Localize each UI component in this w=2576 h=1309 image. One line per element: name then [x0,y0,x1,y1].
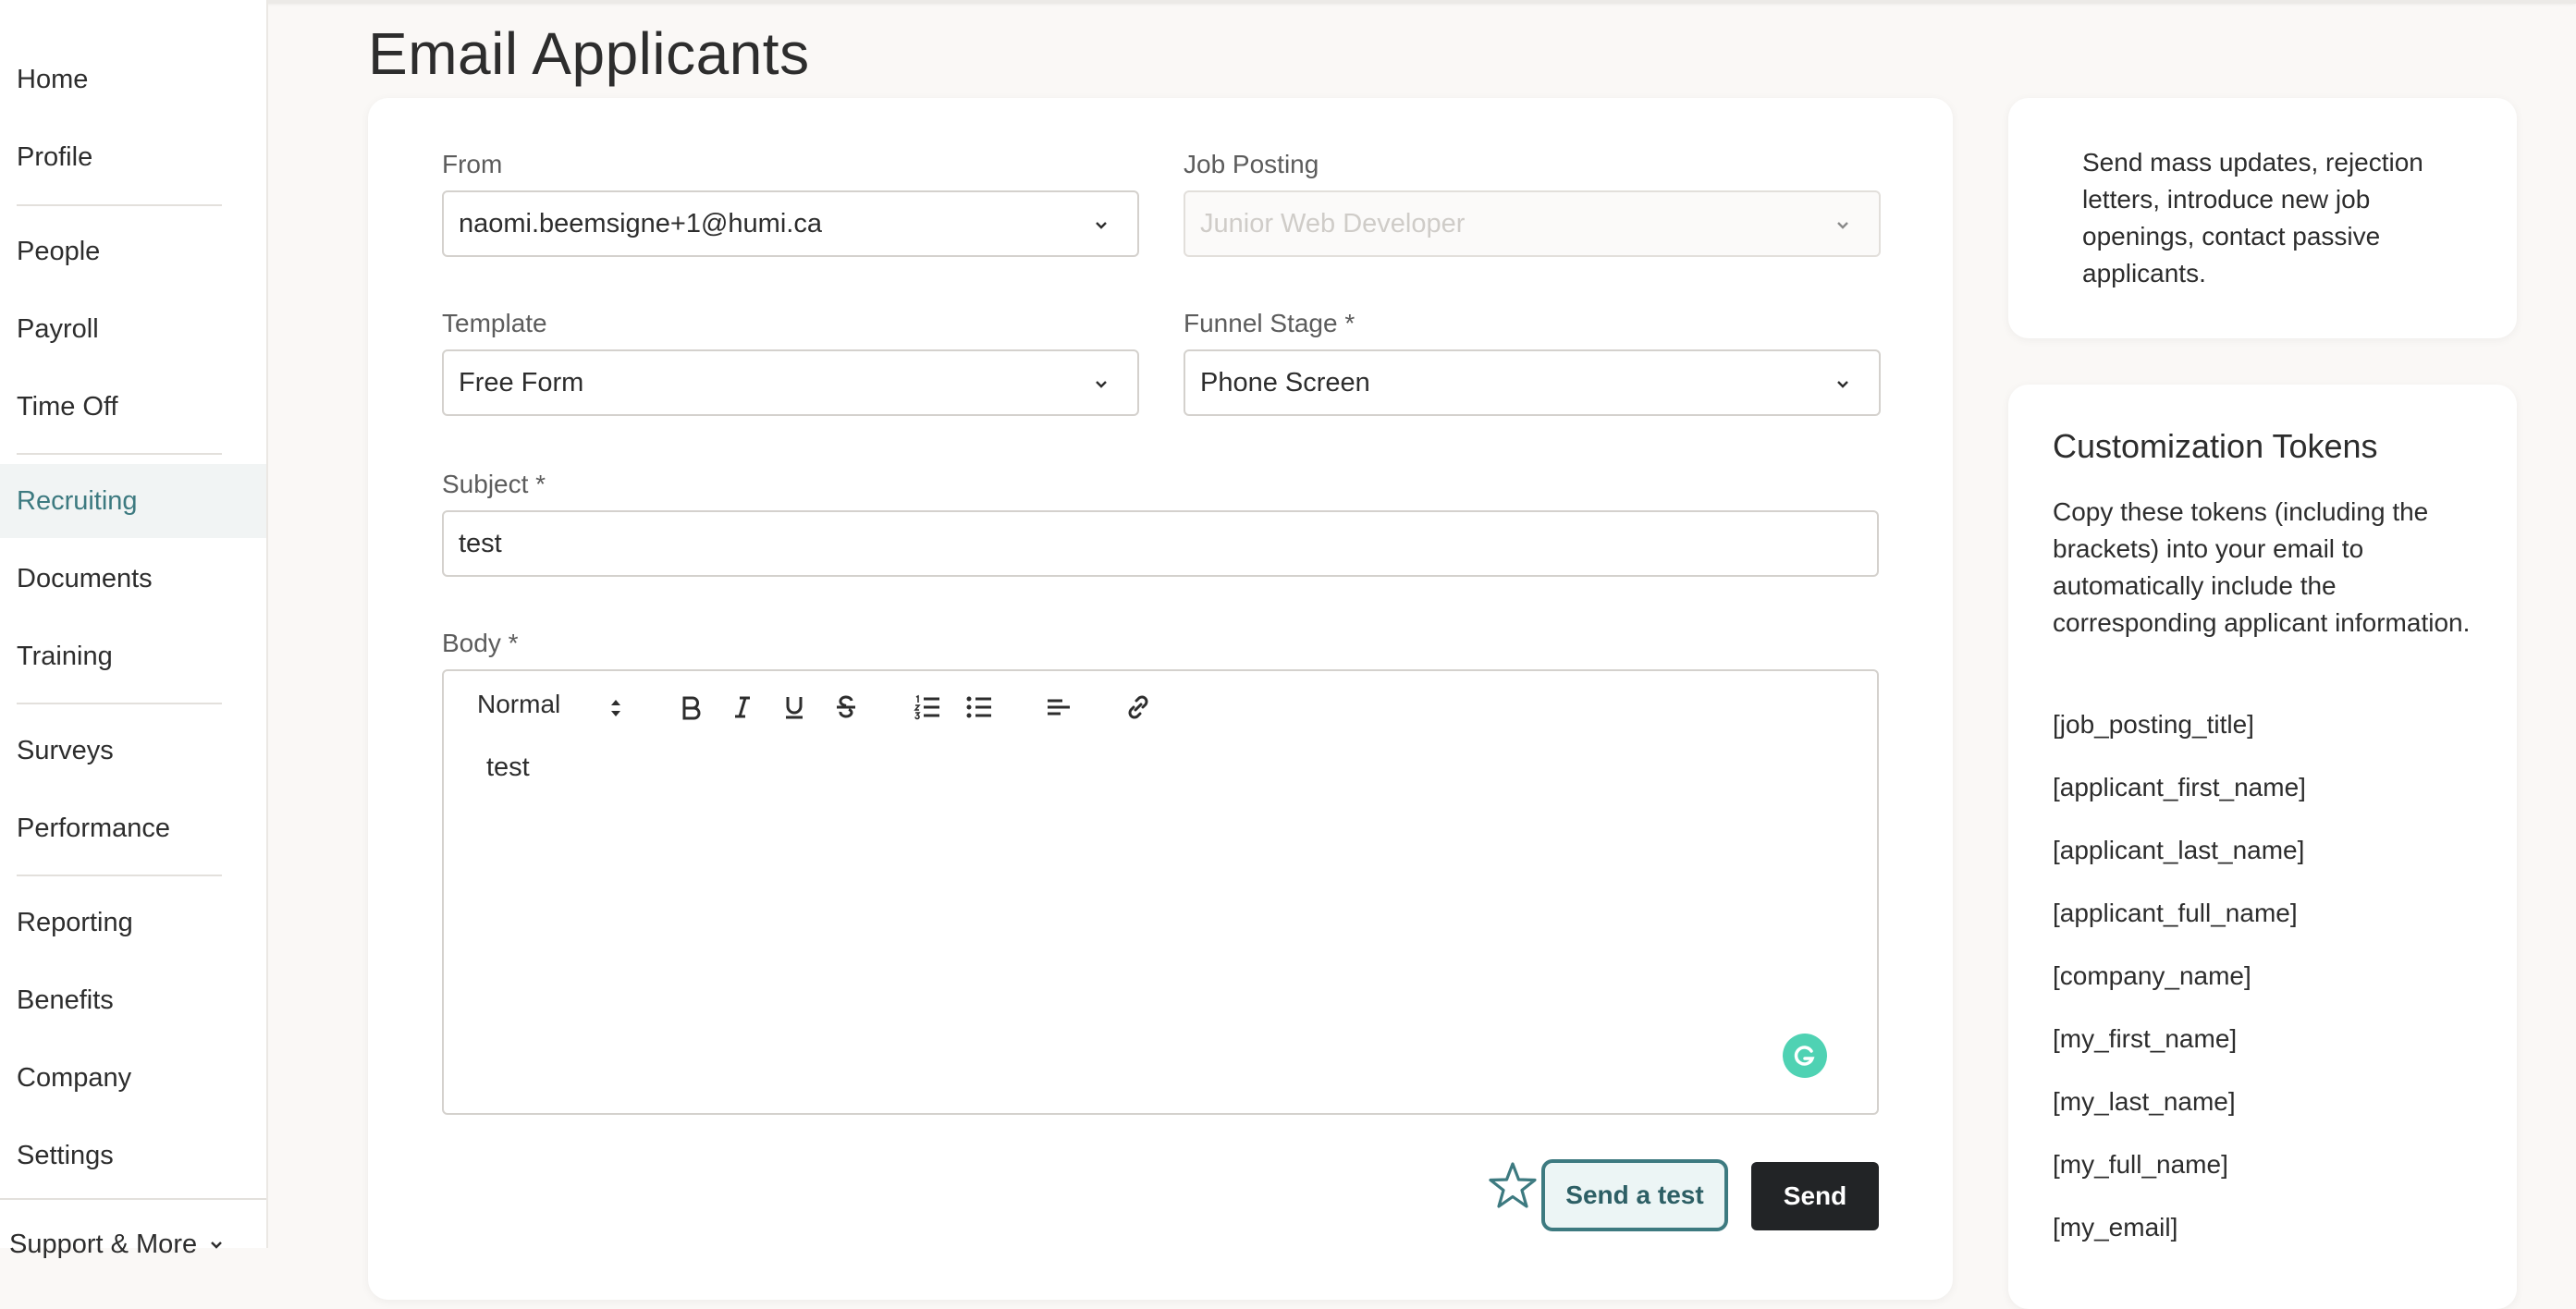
sidebar-divider [17,453,222,455]
sidebar-item-reporting[interactable]: Reporting [0,886,266,960]
send-button[interactable]: Send [1751,1162,1879,1230]
sidebar-divider [17,204,222,206]
chevron-down-icon [1837,381,1848,388]
job-posting-value: Junior Web Developer [1200,208,1466,239]
link-button[interactable] [1122,691,1154,723]
template-label: Template [442,309,547,337]
token-item: [my_email] [2053,1213,2178,1242]
top-bar [0,0,2576,4]
ordered-list-button[interactable] [912,691,943,723]
sidebar-item-profile[interactable]: Profile [0,120,266,194]
chevron-down-icon [1837,222,1848,229]
grammarly-icon [1794,1046,1815,1066]
ordered-list-icon [914,694,939,720]
sidebar-item-documents[interactable]: Documents [0,542,266,616]
customization-tokens-card: Customization Tokens Copy these tokens (… [2008,385,2517,1309]
sidebar-item-home[interactable]: Home [0,43,266,116]
from-value: naomi.beemsigne+1@humi.ca [459,208,822,239]
italic-icon [735,696,750,718]
from-label: From [442,150,503,178]
strikethrough-button[interactable] [830,691,862,723]
token-item: [applicant_full_name] [2053,899,2298,927]
job-posting-select: Junior Web Developer [1184,190,1881,257]
support-label: Support & More [9,1229,198,1259]
underline-button[interactable] [779,691,810,723]
sidebar-item-training[interactable]: Training [0,619,266,693]
chevron-down-icon [211,1241,222,1249]
token-item: [my_last_name] [2053,1087,2236,1116]
align-button[interactable] [1043,691,1074,723]
email-form-card: From naomi.beemsigne+1@humi.ca Job Posti… [368,98,1953,1300]
format-select[interactable]: Normal [477,690,560,719]
sidebar-divider [0,1198,266,1200]
sidebar-divider [17,875,222,876]
bullet-list-button[interactable] [963,691,995,723]
grammarly-button[interactable] [1783,1034,1827,1078]
bold-button[interactable] [675,691,706,723]
token-item: [applicant_first_name] [2053,773,2306,801]
up-down-arrows-icon [611,700,620,716]
body-editor[interactable]: Normal test [442,669,1879,1115]
job-posting-label: Job Posting [1184,150,1319,178]
sidebar-item-performance[interactable]: Performance [0,791,266,865]
sidebar-item-settings[interactable]: Settings [0,1119,266,1193]
body-label: Body * [442,629,519,657]
sidebar-divider [17,703,222,704]
link-icon [1128,695,1148,719]
strikethrough-icon [837,695,855,718]
tokens-title: Customization Tokens [2053,427,2378,465]
funnel-stage-label: Funnel Stage * [1184,309,1355,337]
token-item: [my_full_name] [2053,1150,2228,1179]
token-item: [job_posting_title] [2053,710,2254,739]
bullet-list-icon [966,696,991,718]
sidebar-item-recruiting[interactable]: Recruiting [0,464,266,538]
send-test-button[interactable]: Send a test [1541,1159,1728,1231]
info-text: Send mass updates, rejection letters, in… [2082,148,2423,287]
italic-button[interactable] [727,691,758,723]
sidebar-item-company[interactable]: Company [0,1041,266,1115]
chevron-down-icon [1096,222,1107,229]
sidebar-item-surveys[interactable]: Surveys [0,714,266,788]
page-title: Email Applicants [368,19,810,87]
template-select[interactable]: Free Form [442,349,1139,416]
bold-icon [682,696,701,720]
body-text: test [486,752,530,782]
token-item: [my_first_name] [2053,1024,2238,1053]
sidebar-item-payroll[interactable]: Payroll [0,292,266,366]
from-select[interactable]: naomi.beemsigne+1@humi.ca [442,190,1139,257]
info-card: Send mass updates, rejection letters, in… [2008,98,2517,338]
chevron-down-icon [1096,381,1107,388]
funnel-stage-value: Phone Screen [1200,367,1370,398]
support-menu[interactable]: Support & More [9,1229,223,1260]
sidebar-item-benefits[interactable]: Benefits [0,963,266,1037]
subject-value: test [459,528,502,558]
funnel-stage-select[interactable]: Phone Screen [1184,349,1881,416]
subject-input[interactable]: test [442,510,1879,577]
sidebar: Home Profile People Payroll Time Off Rec… [0,0,268,1259]
token-item: [company_name] [2053,961,2251,990]
template-value: Free Form [459,367,584,398]
sidebar-item-people[interactable]: People [0,214,266,288]
token-item: [applicant_last_name] [2053,836,2305,864]
tokens-description: Copy these tokens (including the bracket… [2053,497,2471,637]
star-icon [1489,1162,1537,1208]
underline-icon [786,697,803,719]
align-left-icon [1048,699,1070,716]
sidebar-item-time-off[interactable]: Time Off [0,370,266,444]
subject-label: Subject * [442,470,546,498]
